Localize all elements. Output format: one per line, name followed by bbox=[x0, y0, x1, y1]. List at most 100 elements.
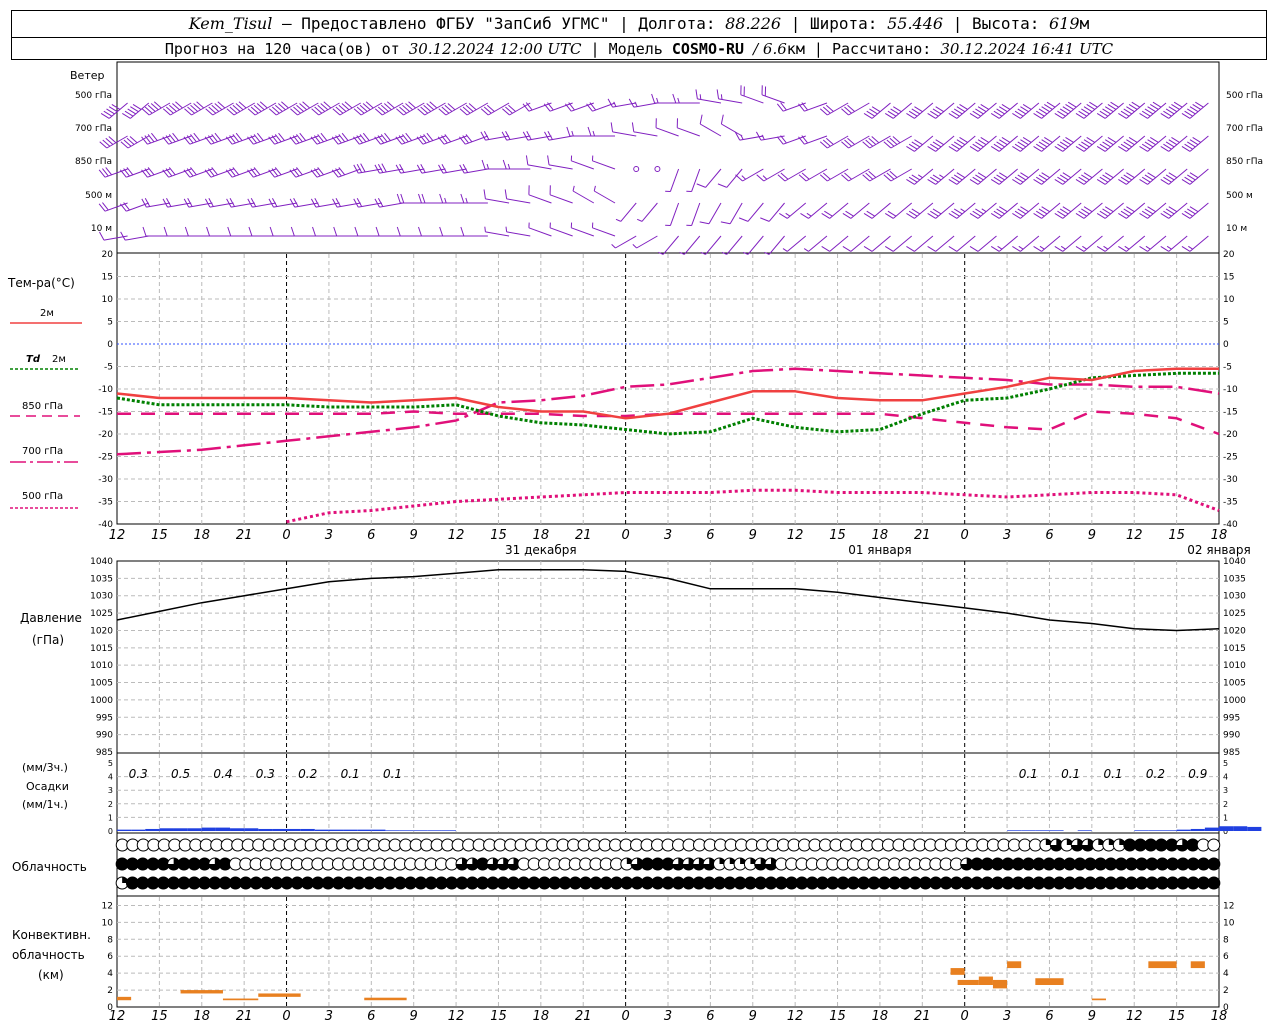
temp-y-tick-right: 5 bbox=[1223, 318, 1229, 328]
wind-barb bbox=[990, 202, 1018, 219]
precip-bar bbox=[314, 829, 329, 831]
x-tick-label: 6 bbox=[367, 528, 375, 543]
wind-barb bbox=[162, 132, 192, 145]
conv-y-tick: 12 bbox=[102, 901, 113, 911]
precip-bar bbox=[1007, 830, 1022, 831]
x-tick-label: 6 bbox=[706, 528, 714, 543]
wind-barb bbox=[226, 197, 255, 208]
day-label: 31 декабря bbox=[505, 543, 577, 557]
precip-3h-label: 0.3 bbox=[129, 767, 148, 781]
precip-bar bbox=[357, 829, 372, 831]
x-tick-label-bottom: 15 bbox=[490, 1009, 507, 1024]
wind-barb bbox=[1033, 168, 1061, 185]
wind-barb bbox=[1054, 202, 1082, 219]
wind-barb bbox=[528, 185, 552, 204]
temp-title: Тем-ра(°С) bbox=[7, 276, 75, 290]
wind-barb bbox=[1012, 235, 1040, 252]
press-y-tick-right: 1025 bbox=[1223, 609, 1246, 619]
x-tick-label: 12 bbox=[109, 528, 126, 543]
x-tick-label-bottom: 15 bbox=[829, 1009, 846, 1024]
wind-barb bbox=[1054, 235, 1082, 252]
precip-bar bbox=[272, 828, 287, 831]
conv-y-tick-right: 4 bbox=[1223, 969, 1229, 979]
wind-barb bbox=[1160, 202, 1188, 219]
press-y-tick-right: 1040 bbox=[1223, 557, 1246, 567]
wind-barb bbox=[927, 202, 955, 219]
wind-barb bbox=[416, 132, 446, 145]
wind-barb bbox=[1012, 102, 1040, 119]
precip-bar bbox=[427, 830, 442, 831]
wind-barb bbox=[863, 235, 891, 252]
wind-barb bbox=[332, 197, 361, 208]
precip-bar bbox=[286, 828, 301, 831]
precip-y-tick: 0 bbox=[108, 827, 113, 836]
conv-cloud-bar bbox=[992, 979, 1008, 989]
cloud-symbol bbox=[1207, 838, 1221, 852]
wind-barb bbox=[332, 101, 361, 116]
pressure-line bbox=[116, 568, 1220, 632]
wind-barb bbox=[1139, 168, 1167, 185]
wind-level-label-right: 10 м bbox=[1226, 224, 1247, 234]
wind-barb bbox=[761, 85, 785, 104]
wind-barb bbox=[374, 132, 404, 145]
precip-bar bbox=[1162, 830, 1177, 831]
wind-barb bbox=[632, 235, 658, 249]
precip-title: Осадки bbox=[26, 780, 69, 793]
precip-3h-label: 0.1 bbox=[1019, 767, 1038, 781]
wind-barb bbox=[821, 235, 849, 252]
wind-barb bbox=[1139, 135, 1167, 152]
precip-bar bbox=[230, 828, 245, 831]
x-tick-label-bottom: 18 bbox=[193, 1009, 210, 1024]
press-y-tick: 985 bbox=[96, 748, 113, 758]
wind-barb bbox=[1118, 202, 1146, 219]
wind-barb bbox=[665, 168, 680, 193]
wind-barb bbox=[798, 135, 828, 145]
conv-y-tick-right: 0 bbox=[1223, 1003, 1229, 1013]
wind-barb bbox=[800, 202, 828, 219]
wind-barb bbox=[1054, 135, 1082, 152]
day-label: 01 января bbox=[848, 543, 911, 557]
wind-barb bbox=[782, 235, 807, 252]
precip-bar bbox=[1233, 826, 1248, 831]
wind-barb bbox=[679, 235, 701, 255]
x-tick-label-bottom: 12 bbox=[787, 1009, 804, 1024]
wind-barb bbox=[948, 168, 976, 185]
wind-barb bbox=[1012, 202, 1040, 219]
temp-y-tick: 20 bbox=[102, 250, 114, 260]
precip-bar bbox=[1148, 830, 1163, 831]
wind-barb bbox=[289, 132, 319, 145]
x-tick-label-bottom: 9 bbox=[410, 1009, 418, 1024]
conv-cloud-bar bbox=[1148, 961, 1177, 969]
wind-barb bbox=[396, 101, 425, 116]
wind-barb bbox=[570, 222, 594, 237]
wind-barb bbox=[676, 118, 700, 137]
wind-barb bbox=[720, 114, 743, 137]
precip-bar bbox=[343, 829, 358, 831]
x-tick-label-bottom: 0 bbox=[282, 1009, 290, 1024]
precip-bar bbox=[187, 828, 202, 831]
wind-barb bbox=[183, 132, 213, 145]
wind-barb bbox=[803, 235, 828, 252]
x-tick-label: 0 bbox=[621, 528, 629, 543]
wind-barb bbox=[927, 168, 955, 185]
wind-barb bbox=[570, 155, 594, 170]
temp-y-tick: -10 bbox=[98, 385, 113, 395]
wind-level-label: 700 гПа bbox=[75, 124, 112, 134]
wind-barb bbox=[547, 155, 573, 170]
legend-td-label: 2м bbox=[52, 354, 66, 365]
precip-unit-1h: (мм/1ч.) bbox=[22, 798, 68, 811]
x-tick-label: 6 bbox=[1045, 528, 1053, 543]
wind-level-label: 850 гПа bbox=[75, 157, 112, 167]
conv-cloud-bar bbox=[180, 990, 223, 994]
x-tick-label-bottom: 3 bbox=[1003, 1009, 1011, 1024]
precip-bar bbox=[244, 828, 259, 831]
wind-barb bbox=[183, 197, 213, 208]
x-tick-label: 18 bbox=[193, 528, 210, 543]
wind-barb bbox=[884, 202, 913, 219]
wind-barb bbox=[1075, 168, 1103, 185]
x-tick-label-bottom: 0 bbox=[961, 1009, 969, 1024]
press-y-tick: 1025 bbox=[90, 609, 113, 619]
press-y-tick: 1020 bbox=[90, 626, 113, 636]
conv-y-tick-right: 10 bbox=[1223, 918, 1235, 928]
wind-barb bbox=[1033, 235, 1061, 252]
